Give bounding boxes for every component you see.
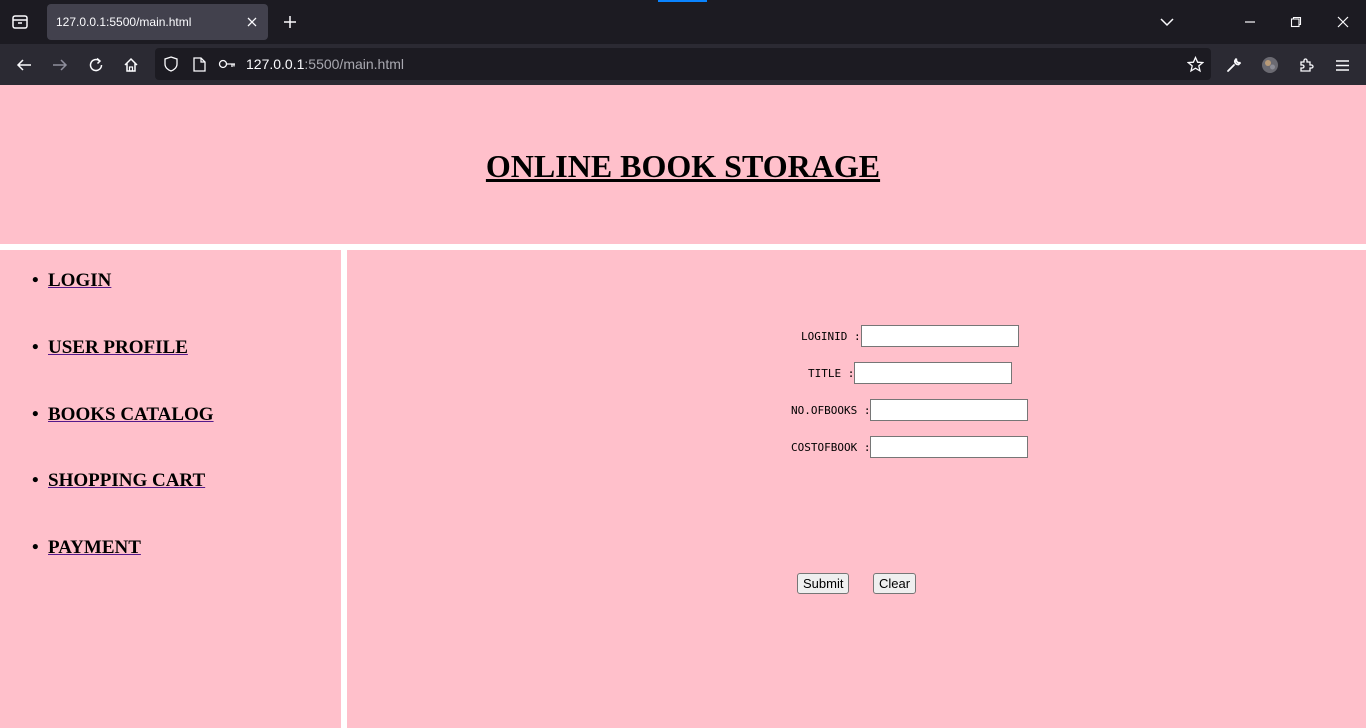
form-row-cost-of-book: COSTOFBOOK : (791, 436, 1029, 458)
form-row-no-of-books: NO.OFBOOKS : (791, 399, 1029, 421)
loginid-input[interactable] (860, 325, 1019, 347)
nav-link-payment[interactable]: PAYMENT (48, 537, 141, 559)
clear-button[interactable]: Clear (873, 573, 917, 594)
main-frame: LOGINID : TITLE : NO.OFBOOKS : COSTOFBOO… (347, 250, 1366, 728)
firefox-view-icon[interactable] (8, 10, 32, 34)
nav-link-login[interactable]: LOGIN (48, 270, 111, 292)
restore-window-icon[interactable] (1286, 12, 1306, 32)
submit-button[interactable]: Submit (797, 573, 850, 594)
nav-link-shopping-cart[interactable]: SHOPPING CART (48, 470, 205, 492)
minimize-window-icon[interactable] (1240, 12, 1260, 32)
form-row-title: TITLE : (808, 362, 1013, 384)
home-icon[interactable] (120, 54, 142, 76)
title-input[interactable] (854, 362, 1013, 384)
forward-icon[interactable] (49, 54, 71, 76)
extensions-puzzle-icon[interactable] (1295, 54, 1317, 76)
tracking-protection-shield-icon[interactable] (162, 55, 180, 73)
header-frame: ONLINE BOOK STORAGE (0, 85, 1366, 244)
page-title: ONLINE BOOK STORAGE (485, 148, 881, 184)
loginid-label: LOGINID : (801, 329, 861, 343)
url-host: 127.0.0.1 (246, 56, 305, 72)
tab-title: 127.0.0.1:5500/main.html (56, 15, 192, 29)
account-avatar-icon[interactable] (1259, 54, 1281, 76)
key-icon[interactable] (217, 55, 237, 73)
list-bullet: • (32, 537, 39, 558)
tab-bar-accent-line (658, 0, 707, 2)
list-bullet: • (32, 337, 39, 358)
title-label: TITLE : (808, 366, 855, 380)
list-all-tabs-icon[interactable] (1157, 12, 1177, 32)
no-of-books-input[interactable] (870, 399, 1029, 421)
sidebar-frame: • LOGIN • USER PROFILE • BOOKS CATALOG • SHO… (0, 250, 341, 728)
browser-nav-bar: 127.0.0.1:5500/main.html (0, 44, 1366, 85)
url-path: :5500/main.html (304, 56, 404, 72)
form-row-loginid: LOGINID : (801, 325, 1019, 347)
cost-of-book-label: COSTOFBOOK : (791, 440, 871, 454)
tab-main-html[interactable]: 127.0.0.1:5500/main.html (47, 4, 268, 40)
reload-icon[interactable] (85, 54, 107, 76)
wrench-icon[interactable] (1223, 54, 1245, 76)
list-bullet: • (32, 470, 39, 491)
browser-tab-bar: 127.0.0.1:5500/main.html (0, 0, 1366, 44)
url-text[interactable]: 127.0.0.1:5500/main.html (246, 56, 404, 72)
no-of-books-label: NO.OFBOOKS : (791, 403, 871, 417)
cost-of-book-input[interactable] (870, 436, 1029, 458)
bookmark-star-icon[interactable] (1185, 55, 1205, 73)
close-window-icon[interactable] (1333, 12, 1353, 32)
nav-link-books-catalog[interactable]: BOOKS CATALOG (48, 404, 214, 426)
close-tab-icon[interactable] (242, 12, 262, 32)
hamburger-menu-icon[interactable] (1331, 54, 1353, 76)
list-bullet: • (32, 404, 39, 425)
page-viewport: ONLINE BOOK STORAGE • LOGIN • USER PROFILE… (0, 85, 1366, 728)
new-tab-icon[interactable] (280, 12, 300, 32)
address-bar[interactable]: 127.0.0.1:5500/main.html (155, 48, 1211, 80)
back-icon[interactable] (13, 54, 35, 76)
page-info-icon[interactable] (190, 55, 208, 73)
list-bullet: • (32, 270, 39, 291)
nav-link-user-profile[interactable]: USER PROFILE (48, 337, 188, 359)
